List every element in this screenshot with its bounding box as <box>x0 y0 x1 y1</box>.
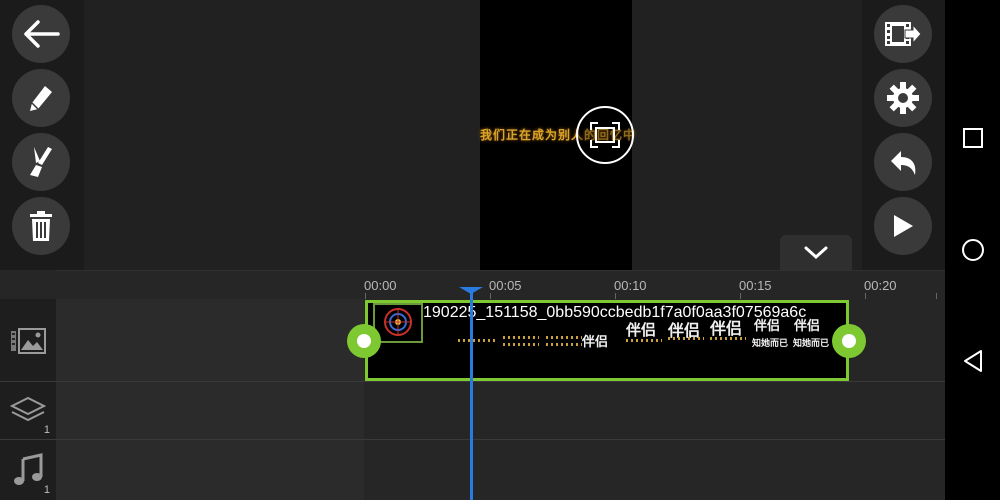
track-headers: 1 1 <box>0 299 56 500</box>
layers-track-header[interactable]: 1 <box>0 382 56 440</box>
square-icon <box>963 128 983 148</box>
play-icon <box>894 215 913 237</box>
playhead[interactable] <box>470 287 473 500</box>
video-clip[interactable]: 190225_151158_0bb590ccbedb1f7a0f0aa3f075… <box>365 300 849 381</box>
empty-lane-region <box>56 299 364 500</box>
effects-button[interactable] <box>12 133 70 191</box>
clip-overlay-text: 知她而已 <box>793 339 830 349</box>
time-ruler[interactable]: 00:00 00:05 00:10 00:15 00:20 <box>56 270 945 299</box>
preview-area: 我们正在成为别人的回忆中 <box>84 0 862 271</box>
circle-icon <box>962 239 984 261</box>
settings-button[interactable] <box>874 69 932 127</box>
gear-icon <box>887 82 919 114</box>
flower-thumbnail-icon <box>384 308 412 336</box>
tick-label: 00:05 <box>489 278 522 293</box>
nav-back-button[interactable] <box>959 347 987 375</box>
export-button[interactable] <box>874 5 932 63</box>
home-button[interactable] <box>959 236 987 264</box>
media-track-icon <box>11 327 46 354</box>
tick-label: 00:10 <box>614 278 647 293</box>
system-nav-bar <box>945 0 1000 500</box>
video-editor-screen: 我们正在成为别人的回忆中 00:00 00:05 00:10 00:15 00:… <box>0 0 1000 500</box>
tick-label: 00:15 <box>739 278 772 293</box>
delete-button[interactable] <box>12 197 70 255</box>
track-lanes[interactable]: 190225_151158_0bb590ccbedb1f7a0f0aa3f075… <box>56 299 945 500</box>
fit-screen-icon <box>590 122 620 148</box>
audio-track-header[interactable]: 1 <box>0 440 56 500</box>
arrow-left-icon <box>24 20 60 48</box>
film-export-icon <box>885 22 922 46</box>
brush-icon <box>30 147 52 177</box>
back-button[interactable] <box>12 5 70 63</box>
media-track-header[interactable] <box>0 299 56 382</box>
tick-label: 00:00 <box>364 278 397 293</box>
undo-button[interactable] <box>874 133 932 191</box>
recent-apps-button[interactable] <box>959 124 987 152</box>
edit-button[interactable] <box>12 69 70 127</box>
clip-frame-text <box>503 343 539 346</box>
clip-filename: 190225_151158_0bb590ccbedb1f7a0f0aa3f075… <box>423 304 807 321</box>
clip-overlay-text: 伴侣 <box>710 319 743 338</box>
music-note-icon <box>14 453 43 485</box>
play-button[interactable] <box>874 197 932 255</box>
clip-trim-start-handle[interactable] <box>347 324 381 358</box>
clip-frame-text <box>546 343 582 346</box>
pencil-icon <box>30 86 52 111</box>
clip-frame-text <box>626 339 662 342</box>
chevron-down-icon <box>804 246 828 260</box>
clip-frame-text <box>546 336 582 339</box>
undo-icon <box>891 151 916 175</box>
clip-frame-text <box>668 337 704 340</box>
clip-frame-text <box>503 336 539 339</box>
triangle-back-icon <box>964 350 982 372</box>
clip-overlay-text: 伴侣 <box>626 321 657 339</box>
clip-overlay-text: 伴侣 <box>794 319 821 334</box>
clip-trim-end-handle[interactable] <box>832 324 866 358</box>
trash-icon <box>30 211 52 241</box>
audio-count: 1 <box>43 484 50 496</box>
collapse-preview-button[interactable] <box>780 235 852 271</box>
clip-frame-text <box>710 337 746 340</box>
fit-screen-button[interactable] <box>576 106 634 164</box>
layers-icon <box>9 396 47 422</box>
clip-overlay-text: 伴侣 <box>754 319 781 334</box>
clip-frame-text <box>458 339 498 342</box>
layers-count: 1 <box>43 424 50 436</box>
tick-label: 00:20 <box>864 278 897 293</box>
clip-overlay-text: 伴侣 <box>582 335 609 350</box>
clip-overlay-text: 知她而已 <box>752 339 789 349</box>
